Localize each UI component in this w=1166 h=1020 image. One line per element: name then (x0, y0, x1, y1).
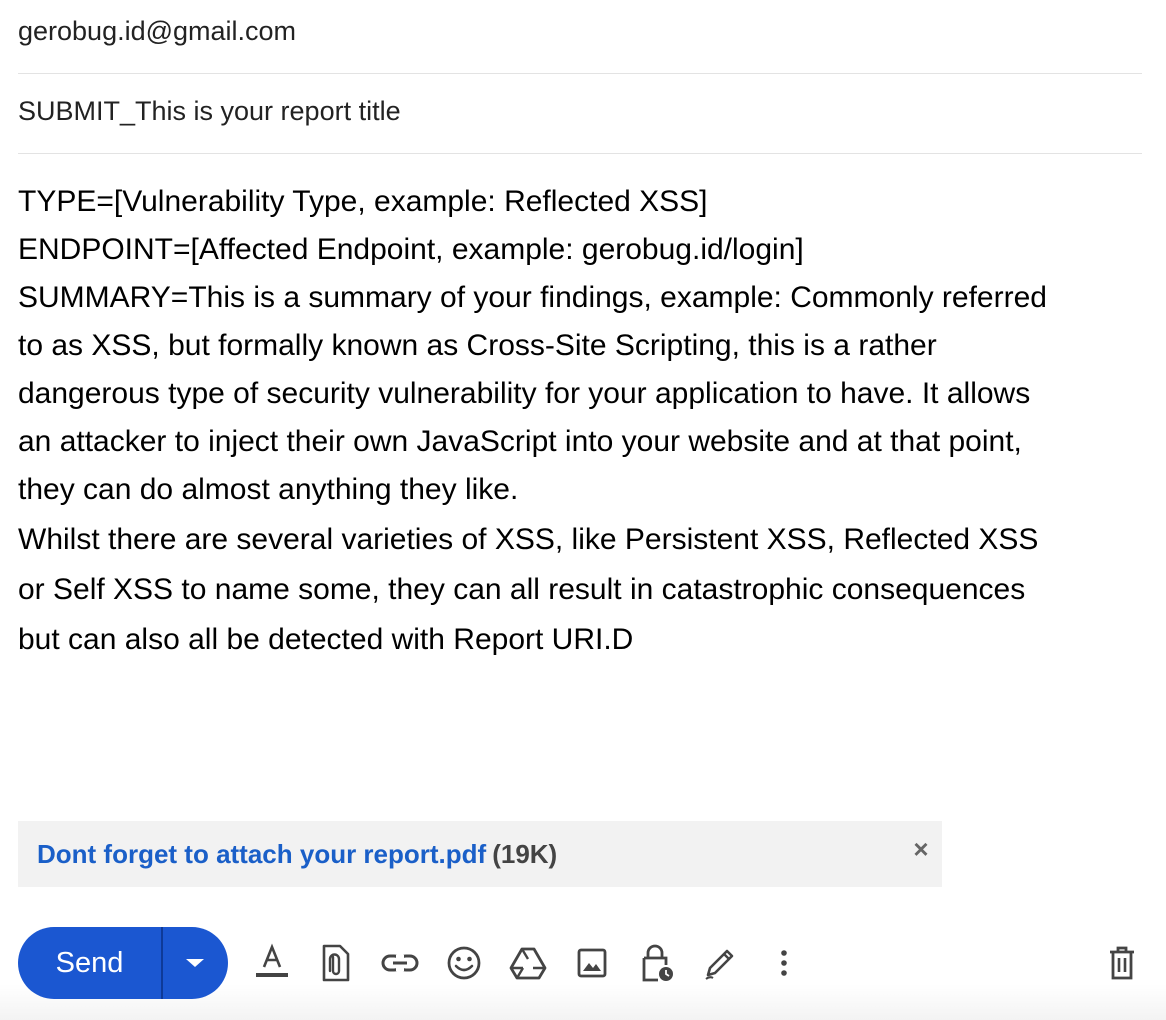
send-button[interactable]: Send (18, 927, 161, 999)
body-line: they can do almost anything they like. (18, 473, 519, 506)
confidential-mode-icon[interactable] (636, 943, 676, 983)
subject-text[interactable]: SUBMIT_This is your report title (18, 96, 401, 127)
insert-link-icon[interactable] (380, 943, 420, 983)
compose-toolbar: Send (0, 900, 1166, 1020)
body-line: dangerous type of security vulnerability… (18, 377, 1031, 410)
body-line: Whilst there are several varieties of XS… (18, 523, 1039, 556)
body-line: or Self XSS to name some, they can all r… (18, 573, 1026, 606)
attach-file-icon[interactable] (316, 943, 356, 983)
attachment-chip[interactable]: Dont forget to attach your report.pdf (19… (18, 821, 942, 887)
body-line: ENDPOINT=[Affected Endpoint, example: ge… (18, 233, 804, 266)
subject-field[interactable]: SUBMIT_This is your report title (18, 73, 1142, 154)
insert-photo-icon[interactable] (572, 943, 612, 983)
to-field[interactable]: gerobug.id@gmail.com (18, 0, 1142, 74)
send-options-button[interactable] (163, 927, 228, 999)
emoji-icon[interactable] (444, 943, 484, 983)
body-line: SUMMARY=This is a summary of your findin… (18, 281, 1047, 314)
body-line: to as XSS, but formally known as Cross-S… (18, 329, 937, 362)
recipient-address[interactable]: gerobug.id@gmail.com (18, 16, 296, 47)
attachment-link[interactable]: Dont forget to attach your report.pdf (19… (37, 839, 557, 870)
more-options-icon[interactable] (764, 943, 804, 983)
text-format-icon[interactable] (252, 943, 292, 983)
signature-icon[interactable] (700, 943, 740, 983)
body-line: TYPE=[Vulnerability Type, example: Refle… (18, 185, 708, 218)
body-line: but can also all be detected with Report… (18, 623, 634, 656)
google-drive-icon[interactable] (508, 943, 548, 983)
message-body[interactable]: TYPE=[Vulnerability Type, example: Refle… (18, 178, 1142, 664)
attachment-name[interactable]: Dont forget to attach your report.pdf (37, 839, 486, 869)
discard-draft-icon[interactable] (1102, 943, 1142, 983)
send-button-group: Send (18, 927, 228, 999)
remove-attachment-icon[interactable]: × (910, 836, 932, 862)
attachment-size: (19K) (492, 839, 558, 869)
chevron-down-icon (186, 959, 204, 967)
body-line: an attacker to inject their own JavaScri… (18, 425, 1022, 458)
